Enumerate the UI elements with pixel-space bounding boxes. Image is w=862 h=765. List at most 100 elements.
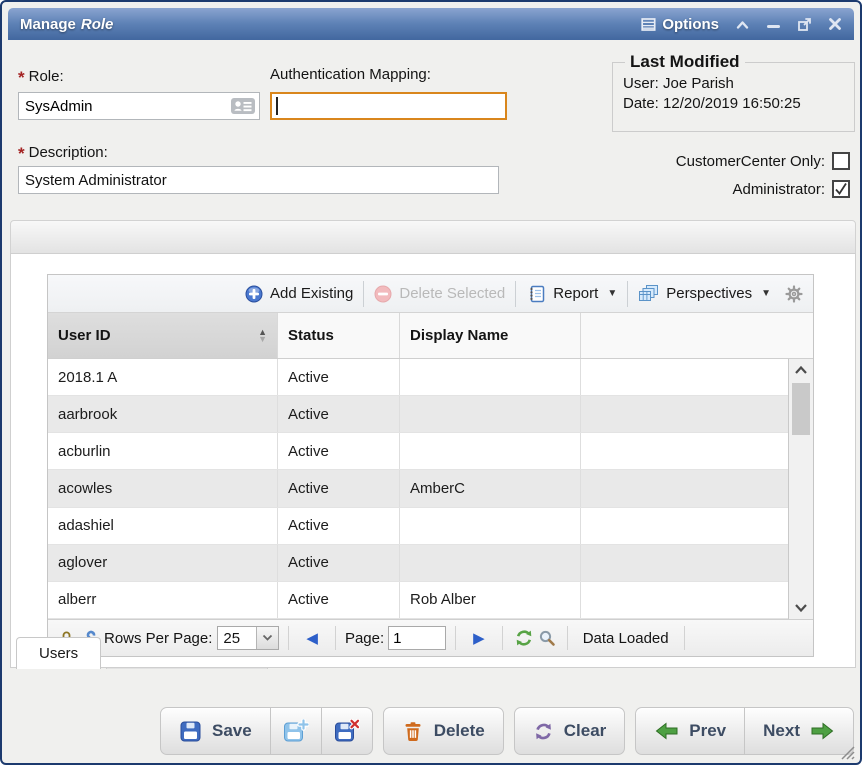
prev-page-button[interactable]: ◀: [306, 629, 318, 647]
cell-status: Active: [278, 545, 400, 581]
text-caret: [276, 97, 278, 115]
cell-empty: [581, 545, 788, 581]
footer-separator: [288, 626, 289, 650]
popout-button[interactable]: [797, 17, 812, 32]
save-add-icon: [283, 719, 309, 743]
scroll-up-button[interactable]: [789, 361, 813, 379]
grid-settings-button[interactable]: [785, 285, 803, 303]
cell-status: Active: [278, 508, 400, 544]
scroll-down-button[interactable]: [789, 599, 813, 617]
description-input[interactable]: [18, 166, 499, 194]
next-page-button[interactable]: ▶: [473, 629, 485, 647]
rows-per-page-value: 25: [218, 627, 256, 649]
collapse-button[interactable]: [735, 18, 750, 31]
refresh-button[interactable]: [514, 628, 534, 648]
sort-icon[interactable]: ▲▼: [258, 329, 267, 343]
cell-display-name: [400, 359, 581, 395]
cell-user-id: adashiel: [48, 508, 278, 544]
prev-label: Prev: [689, 721, 726, 741]
footer-separator: [567, 626, 568, 650]
table-row[interactable]: aarbrook Active: [48, 396, 788, 433]
save-and-new-button[interactable]: [270, 708, 321, 754]
action-bar: Save Delete Clear Prev: [160, 707, 854, 755]
scrollbar-thumb[interactable]: [792, 383, 810, 435]
table-row[interactable]: acowles Active AmberC: [48, 470, 788, 507]
window-title: ManageRole: [20, 16, 113, 33]
footer-separator: [684, 626, 685, 650]
table-row[interactable]: adashiel Active: [48, 508, 788, 545]
save-delete-icon: [334, 719, 360, 743]
vertical-scrollbar[interactable]: [788, 359, 813, 619]
column-header-user-id[interactable]: User ID ▲▼: [48, 313, 278, 358]
options-icon: [641, 17, 656, 32]
cell-user-id: 2018.1 A: [48, 359, 278, 395]
cell-empty: [581, 359, 788, 395]
column-header-display-name[interactable]: Display Name: [400, 313, 581, 358]
cell-display-name: [400, 545, 581, 581]
save-button[interactable]: Save: [161, 708, 270, 754]
close-button[interactable]: [828, 17, 842, 31]
column-header-status[interactable]: Status: [278, 313, 400, 358]
chevron-down-icon: ▼: [607, 288, 617, 299]
table-row[interactable]: aglover Active: [48, 545, 788, 582]
page-input[interactable]: [388, 626, 446, 650]
perspectives-button[interactable]: Perspectives ▼: [638, 284, 771, 304]
close-icon: [828, 17, 842, 31]
delete-button[interactable]: Delete: [384, 708, 503, 754]
table-row[interactable]: acburlin Active: [48, 433, 788, 470]
footer-separator: [335, 626, 336, 650]
tab-users[interactable]: Users: [16, 637, 101, 669]
chevron-down-icon: ▼: [761, 288, 771, 299]
users-grid: Add Existing Delete Selected Report ▼: [47, 274, 814, 657]
rows-per-page-select[interactable]: 25: [217, 626, 279, 650]
save-icon: [179, 720, 202, 743]
minimize-icon: [766, 18, 781, 31]
page-label: Page:: [345, 630, 384, 647]
table-row[interactable]: alberr Active Rob Alber: [48, 582, 788, 619]
grid-paging-bar: Rows Per Page: 25 ◀ Page: ▶: [48, 619, 813, 656]
cell-display-name: [400, 396, 581, 432]
cell-display-name: AmberC: [400, 470, 581, 506]
options-button[interactable]: Options: [641, 16, 719, 33]
search-button[interactable]: [538, 629, 556, 647]
resize-handle[interactable]: [839, 745, 855, 760]
add-existing-button[interactable]: Add Existing: [245, 285, 353, 303]
cell-status: Active: [278, 470, 400, 506]
footer-separator: [502, 626, 503, 650]
prev-button[interactable]: Prev: [636, 708, 744, 754]
next-button[interactable]: Next: [744, 708, 853, 754]
minimize-button[interactable]: [766, 18, 781, 31]
save-and-close-button[interactable]: [321, 708, 372, 754]
trash-icon: [402, 720, 424, 743]
save-button-group: Save: [160, 707, 373, 755]
cell-empty: [581, 582, 788, 618]
report-icon: [526, 284, 546, 304]
customer-center-only-checkbox[interactable]: [832, 152, 850, 170]
delete-selected-button[interactable]: Delete Selected: [374, 285, 505, 303]
chevron-up-icon: [794, 365, 808, 375]
cell-empty: [581, 508, 788, 544]
grid-body: 2018.1 A Active aarbrook Active: [48, 359, 813, 619]
cell-empty: [581, 433, 788, 469]
manage-role-window: ManageRole Options *Role:: [0, 0, 862, 765]
role-input[interactable]: [18, 92, 260, 120]
administrator-checkbox[interactable]: [832, 180, 850, 198]
auth-mapping-label: Authentication Mapping:: [270, 66, 431, 83]
administrator-label: Administrator:: [732, 181, 825, 198]
clear-button[interactable]: Clear: [515, 708, 625, 754]
toolbar-separator: [627, 281, 628, 307]
grid-header: User ID ▲▼ Status Display Name: [48, 313, 813, 359]
tab-strip: [10, 220, 856, 254]
contact-card-icon[interactable]: [230, 96, 256, 116]
report-button[interactable]: Report ▼: [526, 284, 617, 304]
cell-status: Active: [278, 359, 400, 395]
table-row[interactable]: 2018.1 A Active: [48, 359, 788, 396]
titlebar[interactable]: ManageRole Options: [8, 8, 854, 40]
auth-mapping-input[interactable]: [270, 92, 507, 120]
cell-display-name: Rob Alber: [400, 582, 581, 618]
perspectives-icon: [638, 284, 659, 304]
title-emphasis: Role: [81, 16, 114, 33]
cell-status: Active: [278, 396, 400, 432]
toolbar-separator: [363, 281, 364, 307]
cell-display-name: [400, 508, 581, 544]
